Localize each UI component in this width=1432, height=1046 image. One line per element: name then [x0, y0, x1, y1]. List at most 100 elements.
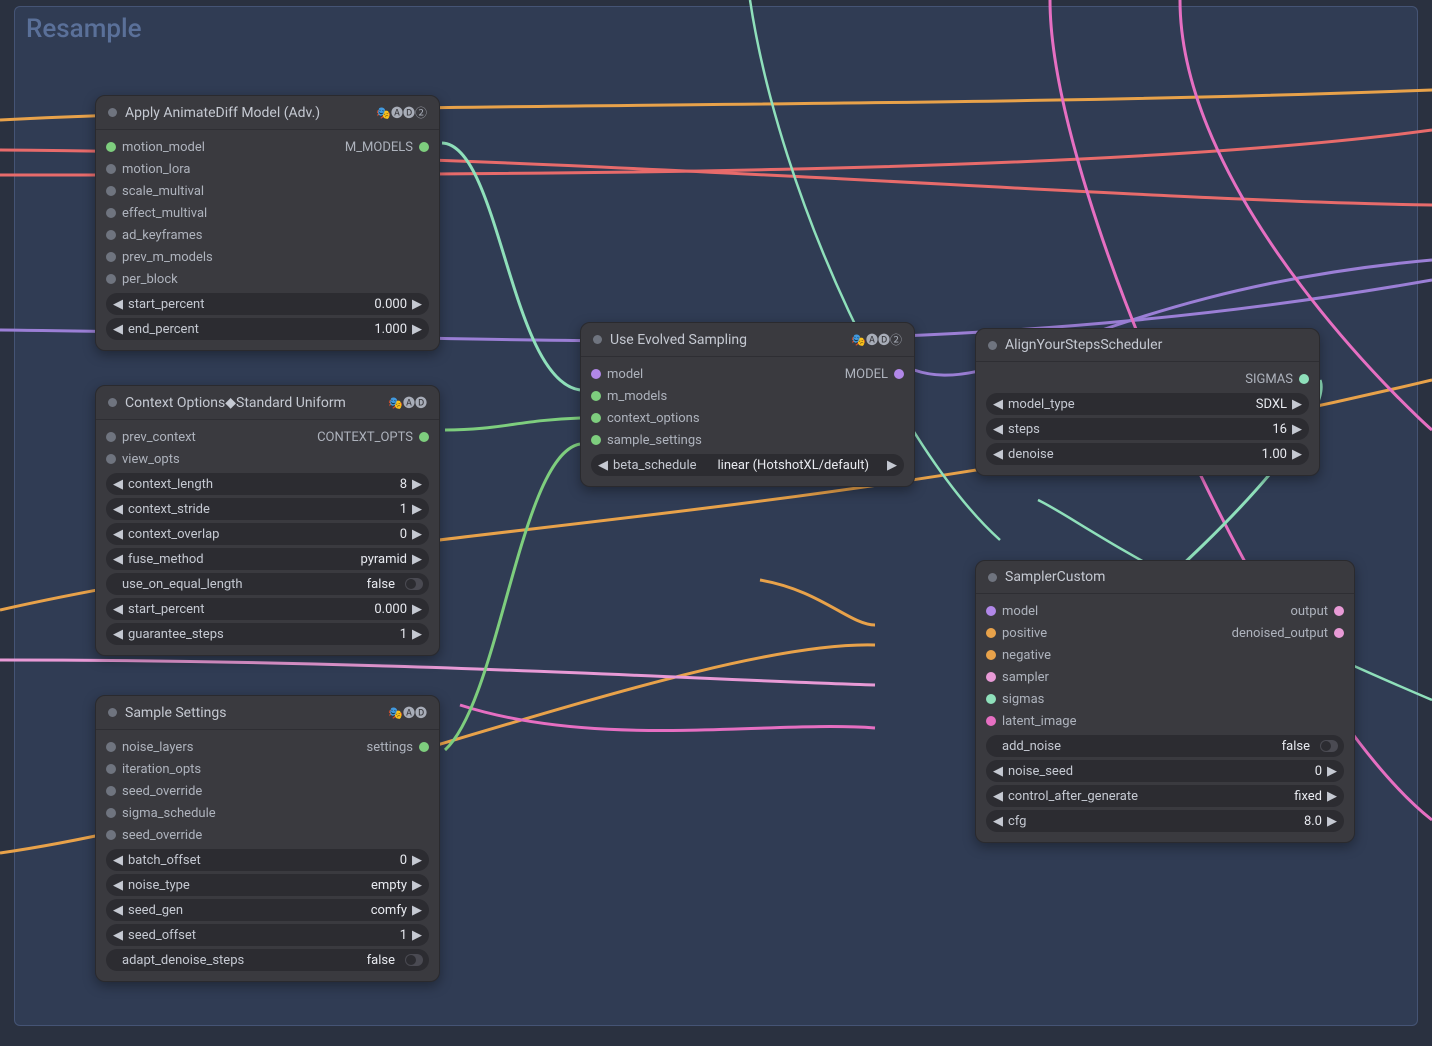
chevron-left-icon[interactable]: ◀ [112, 928, 124, 943]
chevron-left-icon[interactable]: ◀ [112, 878, 124, 893]
chevron-left-icon[interactable]: ◀ [992, 789, 1004, 804]
toggle-icon[interactable] [405, 954, 423, 966]
node-sample-settings[interactable]: Sample Settings 🎭🅐🅓 noise_layerssettings… [95, 695, 440, 982]
collapse-dot-icon[interactable] [108, 108, 117, 117]
port-in[interactable] [106, 808, 116, 818]
node-header[interactable]: Context Options◆Standard Uniform 🎭🅐🅓 [96, 386, 439, 420]
port-in[interactable] [106, 764, 116, 774]
port-out[interactable] [894, 369, 904, 379]
node-sampler-custom[interactable]: SamplerCustom modeloutput positivedenois… [975, 560, 1355, 843]
port-in[interactable] [106, 164, 116, 174]
widget-seed-gen[interactable]: ◀seed_gencomfy▶ [106, 899, 429, 921]
port-in[interactable] [591, 413, 601, 423]
chevron-right-icon[interactable]: ▶ [411, 627, 423, 642]
node-context-options[interactable]: Context Options◆Standard Uniform 🎭🅐🅓 pre… [95, 385, 440, 656]
chevron-right-icon[interactable]: ▶ [886, 458, 898, 473]
collapse-dot-icon[interactable] [988, 573, 997, 582]
chevron-right-icon[interactable]: ▶ [411, 878, 423, 893]
port-in[interactable] [986, 672, 996, 682]
chevron-right-icon[interactable]: ▶ [411, 928, 423, 943]
port-in[interactable] [106, 786, 116, 796]
collapse-dot-icon[interactable] [988, 341, 997, 350]
collapse-dot-icon[interactable] [108, 398, 117, 407]
widget-seed-offset[interactable]: ◀seed_offset1▶ [106, 924, 429, 946]
widget-noise-seed[interactable]: ◀noise_seed0▶ [986, 760, 1344, 782]
widget-noise-type[interactable]: ◀noise_typeempty▶ [106, 874, 429, 896]
chevron-right-icon[interactable]: ▶ [1291, 422, 1303, 437]
chevron-right-icon[interactable]: ▶ [411, 552, 423, 567]
chevron-right-icon[interactable]: ▶ [411, 853, 423, 868]
widget-adapt-denoise[interactable]: adapt_denoise_stepsfalse [106, 949, 429, 971]
chevron-left-icon[interactable]: ◀ [112, 527, 124, 542]
port-in[interactable] [106, 186, 116, 196]
port-in[interactable] [106, 142, 116, 152]
port-in[interactable] [106, 230, 116, 240]
widget-end-percent[interactable]: ◀end_percent1.000▶ [106, 318, 429, 340]
node-header[interactable]: Sample Settings 🎭🅐🅓 [96, 696, 439, 730]
port-in[interactable] [106, 454, 116, 464]
widget-denoise[interactable]: ◀denoise1.00▶ [986, 443, 1309, 465]
port-in[interactable] [591, 369, 601, 379]
port-in[interactable] [106, 742, 116, 752]
chevron-left-icon[interactable]: ◀ [992, 764, 1004, 779]
widget-use-on-equal-length[interactable]: use_on_equal_lengthfalse [106, 573, 429, 595]
port-in[interactable] [106, 432, 116, 442]
chevron-right-icon[interactable]: ▶ [1326, 789, 1338, 804]
chevron-left-icon[interactable]: ◀ [992, 814, 1004, 829]
chevron-left-icon[interactable]: ◀ [112, 502, 124, 517]
chevron-right-icon[interactable]: ▶ [411, 477, 423, 492]
port-in[interactable] [986, 694, 996, 704]
port-in[interactable] [106, 830, 116, 840]
widget-start-percent[interactable]: ◀start_percent0.000▶ [106, 293, 429, 315]
chevron-left-icon[interactable]: ◀ [112, 322, 124, 337]
chevron-left-icon[interactable]: ◀ [112, 552, 124, 567]
chevron-left-icon[interactable]: ◀ [992, 422, 1004, 437]
chevron-right-icon[interactable]: ▶ [411, 297, 423, 312]
toggle-icon[interactable] [1320, 740, 1338, 752]
chevron-right-icon[interactable]: ▶ [1326, 764, 1338, 779]
collapse-dot-icon[interactable] [593, 335, 602, 344]
node-header[interactable]: SamplerCustom [976, 561, 1354, 594]
widget-cfg[interactable]: ◀cfg8.0▶ [986, 810, 1344, 832]
node-apply-animatediff[interactable]: Apply AnimateDiff Model (Adv.) 🎭🅐🅓② moti… [95, 95, 440, 351]
port-in[interactable] [986, 628, 996, 638]
node-ays-scheduler[interactable]: AlignYourStepsScheduler SIGMAS ◀model_ty… [975, 328, 1320, 476]
widget-steps[interactable]: ◀steps16▶ [986, 418, 1309, 440]
node-evolved-sampling[interactable]: Use Evolved Sampling 🎭🅐🅓② modelMODEL m_m… [580, 322, 915, 487]
widget-context-overlap[interactable]: ◀context_overlap0▶ [106, 523, 429, 545]
node-header[interactable]: AlignYourStepsScheduler [976, 329, 1319, 362]
widget-start-percent[interactable]: ◀start_percent0.000▶ [106, 598, 429, 620]
chevron-right-icon[interactable]: ▶ [411, 502, 423, 517]
chevron-right-icon[interactable]: ▶ [411, 322, 423, 337]
port-in[interactable] [106, 208, 116, 218]
port-out[interactable] [419, 142, 429, 152]
chevron-left-icon[interactable]: ◀ [112, 627, 124, 642]
port-in[interactable] [986, 716, 996, 726]
port-out[interactable] [1334, 606, 1344, 616]
widget-add-noise[interactable]: add_noisefalse [986, 735, 1344, 757]
collapse-dot-icon[interactable] [108, 708, 117, 717]
widget-context-length[interactable]: ◀context_length8▶ [106, 473, 429, 495]
port-in[interactable] [986, 606, 996, 616]
port-in[interactable] [106, 274, 116, 284]
port-out[interactable] [1334, 628, 1344, 638]
chevron-left-icon[interactable]: ◀ [992, 447, 1004, 462]
chevron-right-icon[interactable]: ▶ [411, 602, 423, 617]
toggle-icon[interactable] [405, 578, 423, 590]
chevron-left-icon[interactable]: ◀ [992, 397, 1004, 412]
chevron-left-icon[interactable]: ◀ [112, 297, 124, 312]
port-in[interactable] [591, 391, 601, 401]
chevron-left-icon[interactable]: ◀ [112, 853, 124, 868]
port-out[interactable] [1299, 374, 1309, 384]
chevron-right-icon[interactable]: ▶ [1291, 447, 1303, 462]
port-in[interactable] [986, 650, 996, 660]
port-in[interactable] [106, 252, 116, 262]
chevron-right-icon[interactable]: ▶ [1326, 814, 1338, 829]
widget-fuse-method[interactable]: ◀fuse_methodpyramid▶ [106, 548, 429, 570]
chevron-left-icon[interactable]: ◀ [112, 602, 124, 617]
chevron-left-icon[interactable]: ◀ [112, 477, 124, 492]
port-out[interactable] [419, 432, 429, 442]
node-header[interactable]: Use Evolved Sampling 🎭🅐🅓② [581, 323, 914, 357]
widget-control-after[interactable]: ◀control_after_generatefixed▶ [986, 785, 1344, 807]
chevron-left-icon[interactable]: ◀ [597, 458, 609, 473]
